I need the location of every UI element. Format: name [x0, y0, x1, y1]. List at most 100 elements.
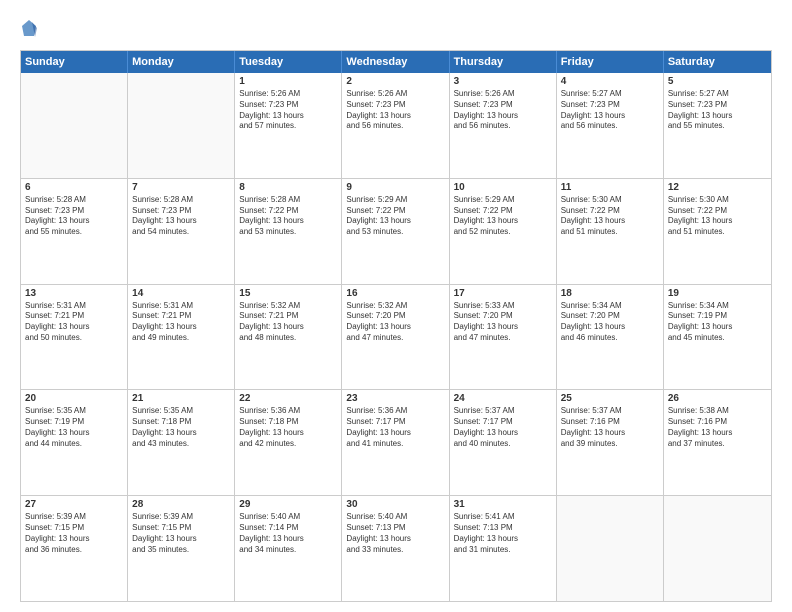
calendar-cell: 12 Sunrise: 5:30 AMSunset: 7:22 PMDayligh…	[664, 179, 771, 284]
day-number: 13	[25, 288, 123, 299]
calendar-cell: 9 Sunrise: 5:29 AMSunset: 7:22 PMDaylight…	[342, 179, 449, 284]
calendar-cell: 28Sunrise: 5:39 AMSunset: 7:15 PMDayligh…	[128, 496, 235, 601]
header-cell-friday: Friday	[557, 51, 664, 73]
day-number: 17	[454, 288, 552, 299]
calendar-row-1: 1 Sunrise: 5:26 AMSunset: 7:23 PMDaylight…	[21, 73, 771, 179]
cell-text: Sunrise: 5:37 AMSunset: 7:17 PMDaylight:…	[454, 406, 552, 449]
cell-text: Sunrise: 5:34 AMSunset: 7:19 PMDaylight:…	[668, 301, 767, 344]
cell-text: Sunrise: 5:27 AMSunset: 7:23 PMDaylight:…	[561, 89, 659, 132]
cell-text: Sunrise: 5:33 AMSunset: 7:20 PMDaylight:…	[454, 301, 552, 344]
cell-text: Sunrise: 5:28 AMSunset: 7:23 PMDaylight:…	[25, 195, 123, 238]
day-number: 15	[239, 288, 337, 299]
day-number: 8	[239, 182, 337, 193]
day-number: 26	[668, 393, 767, 404]
cell-text: Sunrise: 5:30 AMSunset: 7:22 PMDaylight:…	[668, 195, 767, 238]
calendar-cell: 16 Sunrise: 5:32 AMSunset: 7:20 PMDayligh…	[342, 285, 449, 390]
day-number: 14	[132, 288, 230, 299]
calendar-cell	[21, 73, 128, 178]
calendar-body: 1 Sunrise: 5:26 AMSunset: 7:23 PMDaylight…	[21, 73, 771, 601]
day-number: 23	[346, 393, 444, 404]
cell-text: Sunrise: 5:31 AMSunset: 7:21 PMDaylight:…	[132, 301, 230, 344]
calendar-row-5: 27 Sunrise: 5:39 AMSunset: 7:15 PMDayligh…	[21, 496, 771, 601]
calendar-cell: 1 Sunrise: 5:26 AMSunset: 7:23 PMDaylight…	[235, 73, 342, 178]
cell-text: Sunrise: 5:41 AMSunset: 7:13 PMDaylight:…	[454, 512, 552, 555]
cell-text: Sunrise: 5:30 AMSunset: 7:22 PMDaylight:…	[561, 195, 659, 238]
calendar-row-4: 20Sunrise: 5:35 AMSunset: 7:19 PMDayligh…	[21, 390, 771, 496]
cell-text: Sunrise: 5:35 AMSunset: 7:18 PMDaylight:…	[132, 406, 230, 449]
cell-text: Sunrise: 5:36 AMSunset: 7:17 PMDaylight:…	[346, 406, 444, 449]
cell-text: Sunrise: 5:27 AMSunset: 7:23 PMDaylight:…	[668, 89, 767, 132]
calendar-row-3: 13 Sunrise: 5:31 AMSunset: 7:21 PMDayligh…	[21, 285, 771, 391]
cell-text: Sunrise: 5:29 AMSunset: 7:22 PMDaylight:…	[346, 195, 444, 238]
cell-text: Sunrise: 5:38 AMSunset: 7:16 PMDaylight:…	[668, 406, 767, 449]
day-number: 12	[668, 182, 767, 193]
calendar-cell: 24Sunrise: 5:37 AMSunset: 7:17 PMDayligh…	[450, 390, 557, 495]
cell-text: Sunrise: 5:40 AMSunset: 7:13 PMDaylight:…	[346, 512, 444, 555]
cell-text: Sunrise: 5:31 AMSunset: 7:21 PMDaylight:…	[25, 301, 123, 344]
header	[20, 18, 772, 40]
header-cell-saturday: Saturday	[664, 51, 771, 73]
calendar-cell: 29 Sunrise: 5:40 AMSunset: 7:14 PMDayligh…	[235, 496, 342, 601]
header-cell-tuesday: Tuesday	[235, 51, 342, 73]
calendar-cell	[557, 496, 664, 601]
day-number: 10	[454, 182, 552, 193]
calendar-cell: 2 Sunrise: 5:26 AMSunset: 7:23 PMDaylight…	[342, 73, 449, 178]
day-number: 9	[346, 182, 444, 193]
day-number: 16	[346, 288, 444, 299]
day-number: 2	[346, 76, 444, 87]
cell-text: Sunrise: 5:26 AMSunset: 7:23 PMDaylight:…	[346, 89, 444, 132]
calendar-header: SundayMondayTuesdayWednesdayThursdayFrid…	[21, 51, 771, 73]
cell-text: Sunrise: 5:29 AMSunset: 7:22 PMDaylight:…	[454, 195, 552, 238]
cell-text: Sunrise: 5:26 AMSunset: 7:23 PMDaylight:…	[239, 89, 337, 132]
cell-text: Sunrise: 5:35 AMSunset: 7:19 PMDaylight:…	[25, 406, 123, 449]
calendar-cell: 21 Sunrise: 5:35 AMSunset: 7:18 PMDayligh…	[128, 390, 235, 495]
calendar-cell: 27 Sunrise: 5:39 AMSunset: 7:15 PMDayligh…	[21, 496, 128, 601]
cell-text: Sunrise: 5:32 AMSunset: 7:20 PMDaylight:…	[346, 301, 444, 344]
day-number: 21	[132, 393, 230, 404]
cell-text: Sunrise: 5:28 AMSunset: 7:23 PMDaylight:…	[132, 195, 230, 238]
day-number: 30	[346, 499, 444, 510]
calendar-cell: 7 Sunrise: 5:28 AMSunset: 7:23 PMDaylight…	[128, 179, 235, 284]
day-number: 25	[561, 393, 659, 404]
calendar-cell: 8 Sunrise: 5:28 AMSunset: 7:22 PMDaylight…	[235, 179, 342, 284]
calendar-cell	[664, 496, 771, 601]
day-number: 4	[561, 76, 659, 87]
cell-text: Sunrise: 5:39 AMSunset: 7:15 PMDaylight:…	[25, 512, 123, 555]
page: SundayMondayTuesdayWednesdayThursdayFrid…	[0, 0, 792, 612]
calendar-cell: 5 Sunrise: 5:27 AMSunset: 7:23 PMDaylight…	[664, 73, 771, 178]
day-number: 31	[454, 499, 552, 510]
calendar-cell: 11 Sunrise: 5:30 AMSunset: 7:22 PMDayligh…	[557, 179, 664, 284]
calendar-cell: 4 Sunrise: 5:27 AMSunset: 7:23 PMDaylight…	[557, 73, 664, 178]
calendar: SundayMondayTuesdayWednesdayThursdayFrid…	[20, 50, 772, 602]
logo-icon	[20, 18, 38, 40]
calendar-cell: 20Sunrise: 5:35 AMSunset: 7:19 PMDayligh…	[21, 390, 128, 495]
calendar-cell: 30 Sunrise: 5:40 AMSunset: 7:13 PMDayligh…	[342, 496, 449, 601]
cell-text: Sunrise: 5:26 AMSunset: 7:23 PMDaylight:…	[454, 89, 552, 132]
calendar-cell: 14 Sunrise: 5:31 AMSunset: 7:21 PMDayligh…	[128, 285, 235, 390]
cell-text: Sunrise: 5:36 AMSunset: 7:18 PMDaylight:…	[239, 406, 337, 449]
day-number: 3	[454, 76, 552, 87]
header-cell-thursday: Thursday	[450, 51, 557, 73]
cell-text: Sunrise: 5:32 AMSunset: 7:21 PMDaylight:…	[239, 301, 337, 344]
calendar-cell: 25 Sunrise: 5:37 AMSunset: 7:16 PMDayligh…	[557, 390, 664, 495]
day-number: 22	[239, 393, 337, 404]
calendar-cell: 10 Sunrise: 5:29 AMSunset: 7:22 PMDayligh…	[450, 179, 557, 284]
day-number: 1	[239, 76, 337, 87]
day-number: 27	[25, 499, 123, 510]
calendar-cell: 18Sunrise: 5:34 AMSunset: 7:20 PMDayligh…	[557, 285, 664, 390]
cell-text: Sunrise: 5:39 AMSunset: 7:15 PMDaylight:…	[132, 512, 230, 555]
calendar-cell: 19 Sunrise: 5:34 AMSunset: 7:19 PMDayligh…	[664, 285, 771, 390]
day-number: 19	[668, 288, 767, 299]
day-number: 7	[132, 182, 230, 193]
day-number: 11	[561, 182, 659, 193]
cell-text: Sunrise: 5:34 AMSunset: 7:20 PMDaylight:…	[561, 301, 659, 344]
cell-text: Sunrise: 5:37 AMSunset: 7:16 PMDaylight:…	[561, 406, 659, 449]
calendar-cell: 15 Sunrise: 5:32 AMSunset: 7:21 PMDayligh…	[235, 285, 342, 390]
day-number: 5	[668, 76, 767, 87]
cell-text: Sunrise: 5:28 AMSunset: 7:22 PMDaylight:…	[239, 195, 337, 238]
calendar-cell	[128, 73, 235, 178]
day-number: 6	[25, 182, 123, 193]
day-number: 29	[239, 499, 337, 510]
calendar-cell: 13 Sunrise: 5:31 AMSunset: 7:21 PMDayligh…	[21, 285, 128, 390]
cell-text: Sunrise: 5:40 AMSunset: 7:14 PMDaylight:…	[239, 512, 337, 555]
